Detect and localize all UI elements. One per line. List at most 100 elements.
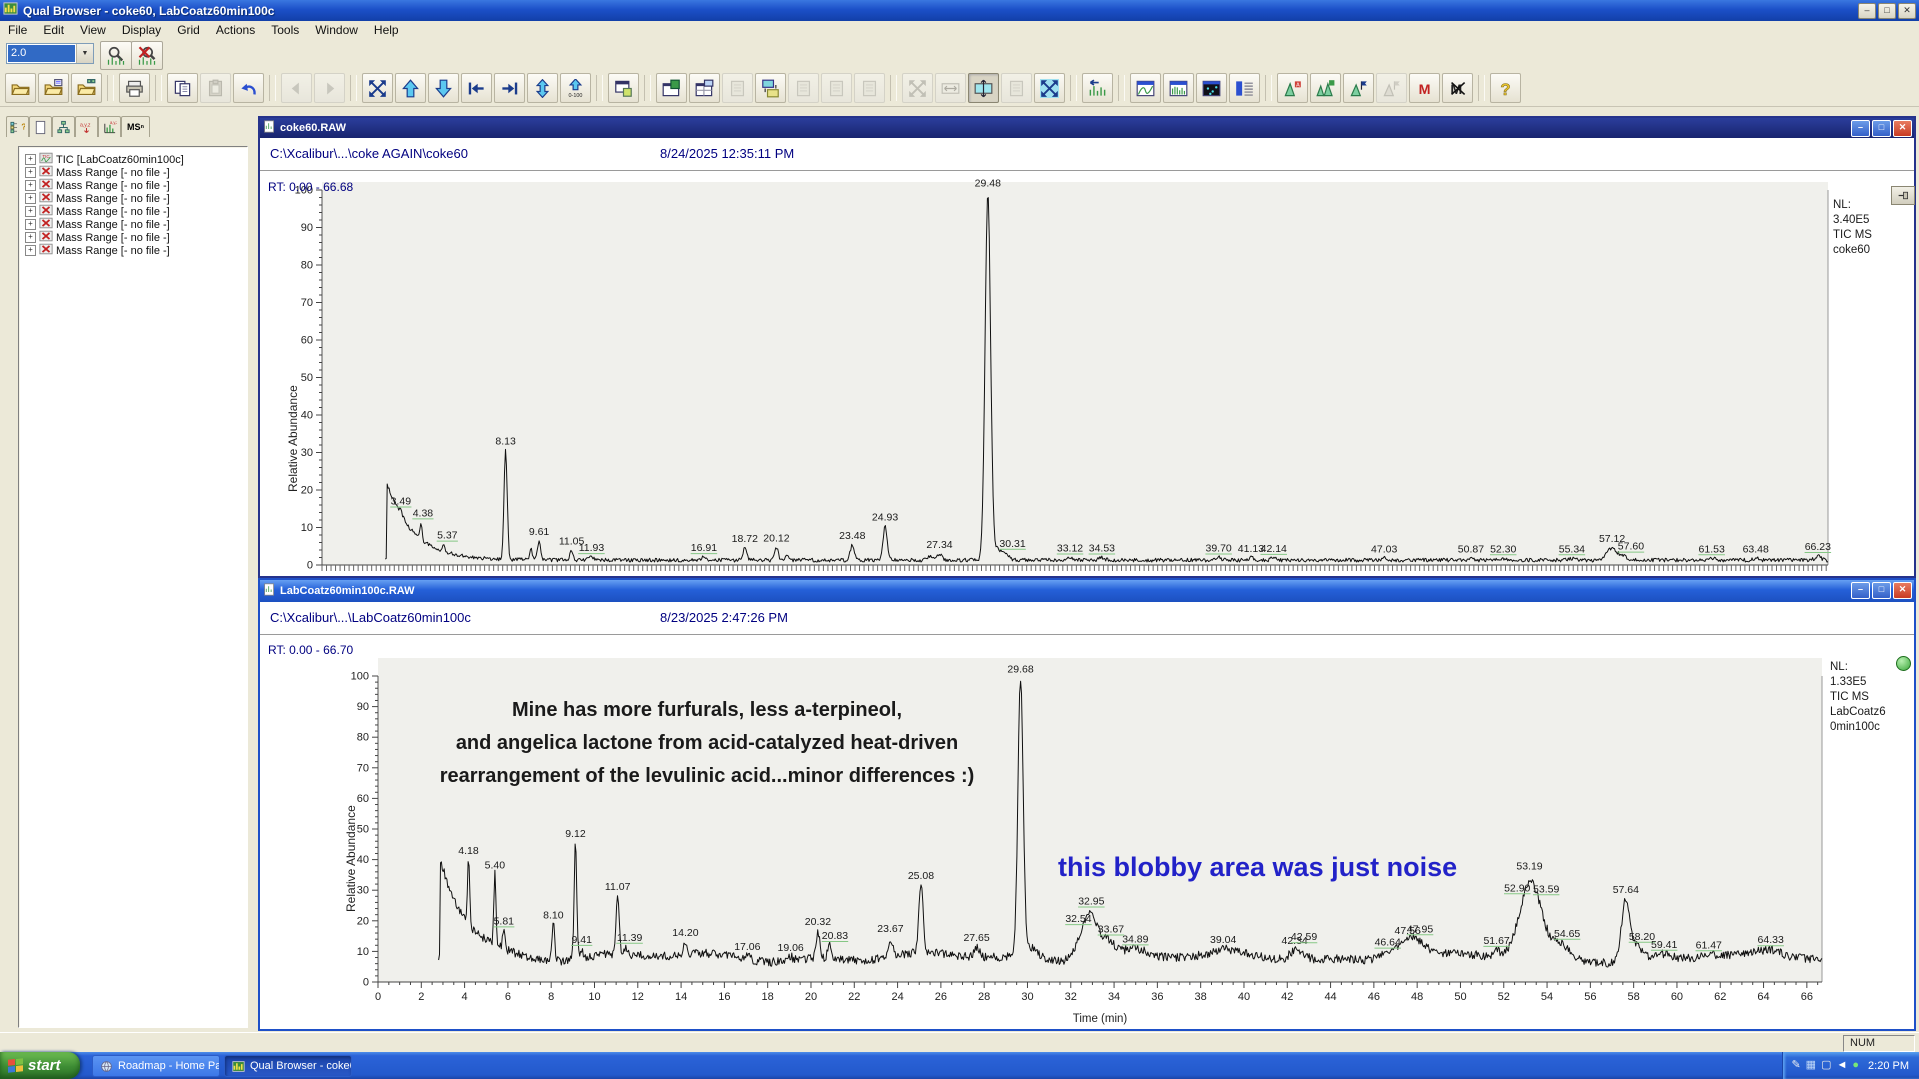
tray-window-icon[interactable]: ▢: [1821, 1060, 1831, 1071]
peak-remove-manual-button[interactable]: [1376, 73, 1407, 103]
zoom-reset-button[interactable]: [131, 41, 163, 70]
tray-pen-icon[interactable]: ✎: [1791, 1060, 1800, 1071]
app-close-button[interactable]: ✕: [1898, 3, 1916, 19]
tree-item-mass-range-6[interactable]: +Mass Range [- no file -]: [19, 231, 247, 244]
grid-insert-button[interactable]: [689, 73, 720, 103]
taskbar-item-qual-browser[interactable]: Qual Browser - coke6...: [224, 1055, 352, 1077]
tab-chart[interactable]: a,y,z: [98, 116, 121, 137]
menu-display[interactable]: Display: [114, 22, 169, 38]
open-sequence-button[interactable]: [38, 73, 69, 103]
paste-button[interactable]: [200, 73, 231, 103]
expand-vertical-button[interactable]: [968, 73, 999, 103]
tab-sort[interactable]: a,y,z: [75, 116, 98, 137]
tree-item-tic[interactable]: +TICTIC [LabCoatz60min100c]: [19, 153, 247, 166]
subtract-background-button[interactable]: M: [1409, 73, 1440, 103]
taskbar-item-roadmap[interactable]: Roadmap - Home Page: [92, 1055, 220, 1077]
expander-icon[interactable]: +: [25, 245, 36, 256]
child-minimize-button[interactable]: –: [1851, 120, 1870, 137]
shift-left-button[interactable]: [461, 73, 492, 103]
pin-button[interactable]: [1891, 186, 1915, 205]
maximize-cell-button[interactable]: [1034, 73, 1065, 103]
pan-down-button[interactable]: [428, 73, 459, 103]
undo-zoom-button[interactable]: [1082, 73, 1113, 103]
menu-tools[interactable]: Tools: [263, 22, 307, 38]
expander-icon[interactable]: +: [25, 206, 36, 217]
tree-item-mass-range-1[interactable]: +Mass Range [- no file -]: [19, 166, 247, 179]
child-minimize-button[interactable]: –: [1851, 582, 1870, 599]
tree-item-mass-range-5[interactable]: +Mass Range [- no file -]: [19, 218, 247, 231]
cell-swap-button[interactable]: [755, 73, 786, 103]
tree-item-mass-range-3[interactable]: +Mass Range [- no file -]: [19, 192, 247, 205]
peak-add-manual-button[interactable]: [1343, 73, 1374, 103]
open-layout-button[interactable]: [71, 73, 102, 103]
menu-window[interactable]: Window: [307, 22, 366, 38]
cell-duplicate-button[interactable]: [854, 73, 885, 103]
expander-icon[interactable]: +: [25, 154, 36, 165]
menu-view[interactable]: View: [72, 22, 114, 38]
view-chromatogram-button[interactable]: [1130, 73, 1161, 103]
grid-add-button[interactable]: [656, 73, 687, 103]
zoom-in-button[interactable]: [100, 41, 132, 70]
expander-icon[interactable]: +: [25, 167, 36, 178]
app-titlebar[interactable]: Qual Browser - coke60, LabCoatz60min100c…: [0, 0, 1919, 21]
app-maximize-button[interactable]: □: [1878, 3, 1896, 19]
tree-item-mass-range-2[interactable]: +Mass Range [- no file -]: [19, 179, 247, 192]
tab-msn[interactable]: MSⁿ: [121, 116, 150, 137]
expander-icon[interactable]: +: [25, 193, 36, 204]
menu-help[interactable]: Help: [366, 22, 407, 38]
tab-file[interactable]: [29, 116, 52, 137]
peak-detect-button[interactable]: A: [1277, 73, 1308, 103]
start-button[interactable]: start: [0, 1052, 80, 1079]
print-button[interactable]: [119, 73, 150, 103]
child-maximize-button[interactable]: □: [1872, 582, 1891, 599]
child-titlebar-coke60[interactable]: coke60.RAW – □ ✕: [260, 118, 1914, 138]
child-close-button[interactable]: ✕: [1893, 582, 1912, 599]
child-maximize-button[interactable]: □: [1872, 120, 1891, 137]
stack-cells-button[interactable]: [1001, 73, 1032, 103]
undo-button[interactable]: [233, 73, 264, 103]
expander-icon[interactable]: +: [25, 219, 36, 230]
tab-info[interactable]: ?: [6, 116, 29, 137]
collapse-cell-button[interactable]: [902, 73, 933, 103]
clear-subtract-button[interactable]: M: [1442, 73, 1473, 103]
expand-y-button[interactable]: [527, 73, 558, 103]
active-cell-indicator[interactable]: [1896, 656, 1911, 671]
menu-file[interactable]: File: [0, 22, 35, 38]
next-button[interactable]: [314, 73, 345, 103]
view-list-button[interactable]: [1229, 73, 1260, 103]
cell-delete-button[interactable]: [821, 73, 852, 103]
tree-item-mass-range-7[interactable]: +Mass Range [- no file -]: [19, 244, 247, 257]
cell-info-button[interactable]: [608, 73, 639, 103]
child-titlebar-labcoatz[interactable]: LabCoatz60min100c.RAW – □ ✕: [260, 580, 1914, 602]
child-close-button[interactable]: ✕: [1893, 120, 1912, 137]
app-icon: [3, 1, 18, 21]
tray-display-icon[interactable]: ▦: [1806, 1060, 1816, 1071]
amu-width-combo[interactable]: 2.0 ▼: [6, 43, 94, 64]
open-raw-file-button[interactable]: [5, 73, 36, 103]
combo-dropdown-icon[interactable]: ▼: [76, 44, 93, 63]
chromatogram-plot-coke60[interactable]: 01020304050607080901003.494.385.378.139.…: [276, 170, 1836, 580]
expander-icon[interactable]: +: [25, 180, 36, 191]
zoom-both-axes-button[interactable]: [362, 73, 393, 103]
expander-icon[interactable]: +: [25, 232, 36, 243]
app-minimize-button[interactable]: –: [1858, 3, 1876, 19]
tree-item-mass-range-4[interactable]: +Mass Range [- no file -]: [19, 205, 247, 218]
tab-tree[interactable]: [52, 116, 75, 137]
pan-up-button[interactable]: [395, 73, 426, 103]
tray-status-icon[interactable]: ●: [1852, 1060, 1859, 1071]
shift-right-button[interactable]: [494, 73, 525, 103]
previous-button[interactable]: [281, 73, 312, 103]
copy-button[interactable]: [167, 73, 198, 103]
cell-move-button[interactable]: [788, 73, 819, 103]
help-button[interactable]: ?: [1490, 73, 1521, 103]
normalize-0-100-button[interactable]: 0-100: [560, 73, 591, 103]
tray-hide-icon[interactable]: ◄: [1836, 1060, 1847, 1071]
menu-edit[interactable]: Edit: [35, 22, 72, 38]
view-map-button[interactable]: [1196, 73, 1227, 103]
view-spectrum-button[interactable]: [1163, 73, 1194, 103]
menu-actions[interactable]: Actions: [208, 22, 263, 38]
expand-horizontal-button[interactable]: [935, 73, 966, 103]
cell-copy-button[interactable]: [722, 73, 753, 103]
menu-grid[interactable]: Grid: [169, 22, 208, 38]
peak-detect-all-button[interactable]: [1310, 73, 1341, 103]
